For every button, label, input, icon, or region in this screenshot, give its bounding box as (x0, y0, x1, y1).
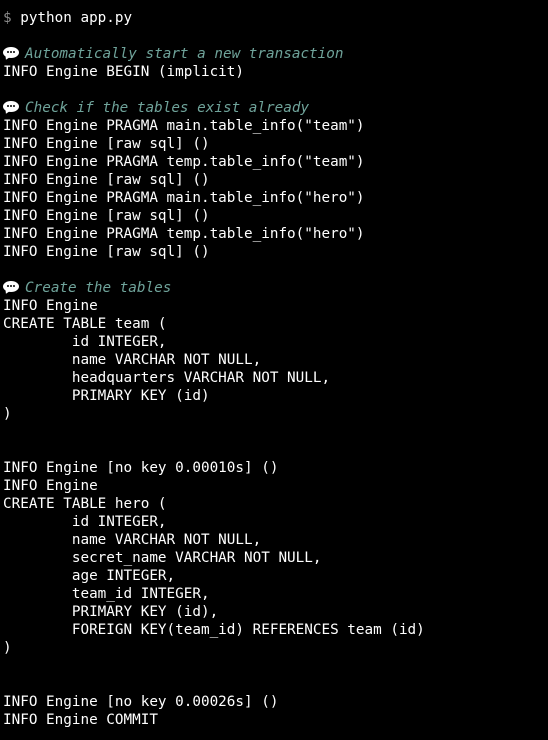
sql-line: FOREIGN KEY(team_id) REFERENCES team (id… (3, 622, 425, 638)
log-line: INFO Engine (3, 478, 98, 494)
log-line: INFO Engine [no key 0.00010s] () (3, 460, 279, 476)
log-line: INFO Engine [raw sql] () (3, 244, 210, 260)
prompt-symbol: $ (3, 10, 12, 26)
sql-line: ) (3, 406, 12, 422)
comment-line-create: Create the tables (3, 279, 548, 297)
comment-line-begin: Automatically start a new transaction (3, 45, 548, 63)
comment-text: Check if the tables exist already (25, 100, 310, 116)
sql-line: CREATE TABLE hero ( (3, 496, 167, 512)
sql-line: headquarters VARCHAR NOT NULL, (3, 370, 331, 386)
sql-line: name VARCHAR NOT NULL, (3, 352, 262, 368)
speech-bubble-icon (3, 101, 19, 116)
sql-line: PRIMARY KEY (id) (3, 388, 210, 404)
speech-bubble-icon (3, 47, 19, 62)
command-prompt-line: $ python app.py (3, 9, 548, 27)
terminal-output: $ python app.py Automatically start a ne… (0, 0, 548, 740)
sql-line: CREATE TABLE team ( (3, 316, 167, 332)
log-line: INFO Engine BEGIN (implicit) (3, 64, 245, 80)
sql-line: name VARCHAR NOT NULL, (3, 532, 262, 548)
comment-line-check: Check if the tables exist already (3, 99, 548, 117)
log-line: INFO Engine PRAGMA main.table_info("hero… (3, 190, 365, 206)
sql-line: team_id INTEGER, (3, 586, 210, 602)
log-line: INFO Engine PRAGMA temp.table_info("team… (3, 154, 365, 170)
sql-line: PRIMARY KEY (id), (3, 604, 219, 620)
sql-line: id INTEGER, (3, 334, 167, 350)
sql-line: age INTEGER, (3, 568, 176, 584)
sql-line: secret_name VARCHAR NOT NULL, (3, 550, 322, 566)
log-line: INFO Engine [no key 0.00026s] () (3, 694, 279, 710)
speech-bubble-icon (3, 281, 19, 296)
log-line: INFO Engine PRAGMA main.table_info("team… (3, 118, 365, 134)
sql-line: id INTEGER, (3, 514, 167, 530)
comment-text: Create the tables (25, 280, 172, 296)
sql-line: ) (3, 640, 12, 656)
log-line: INFO Engine PRAGMA temp.table_info("hero… (3, 226, 365, 242)
log-line: INFO Engine [raw sql] () (3, 208, 210, 224)
log-line: INFO Engine [raw sql] () (3, 172, 210, 188)
command-text: python app.py (20, 10, 133, 26)
log-line: INFO Engine (3, 298, 98, 314)
comment-text: Automatically start a new transaction (25, 46, 344, 62)
log-line: INFO Engine [raw sql] () (3, 136, 210, 152)
log-line: INFO Engine COMMIT (3, 712, 158, 728)
